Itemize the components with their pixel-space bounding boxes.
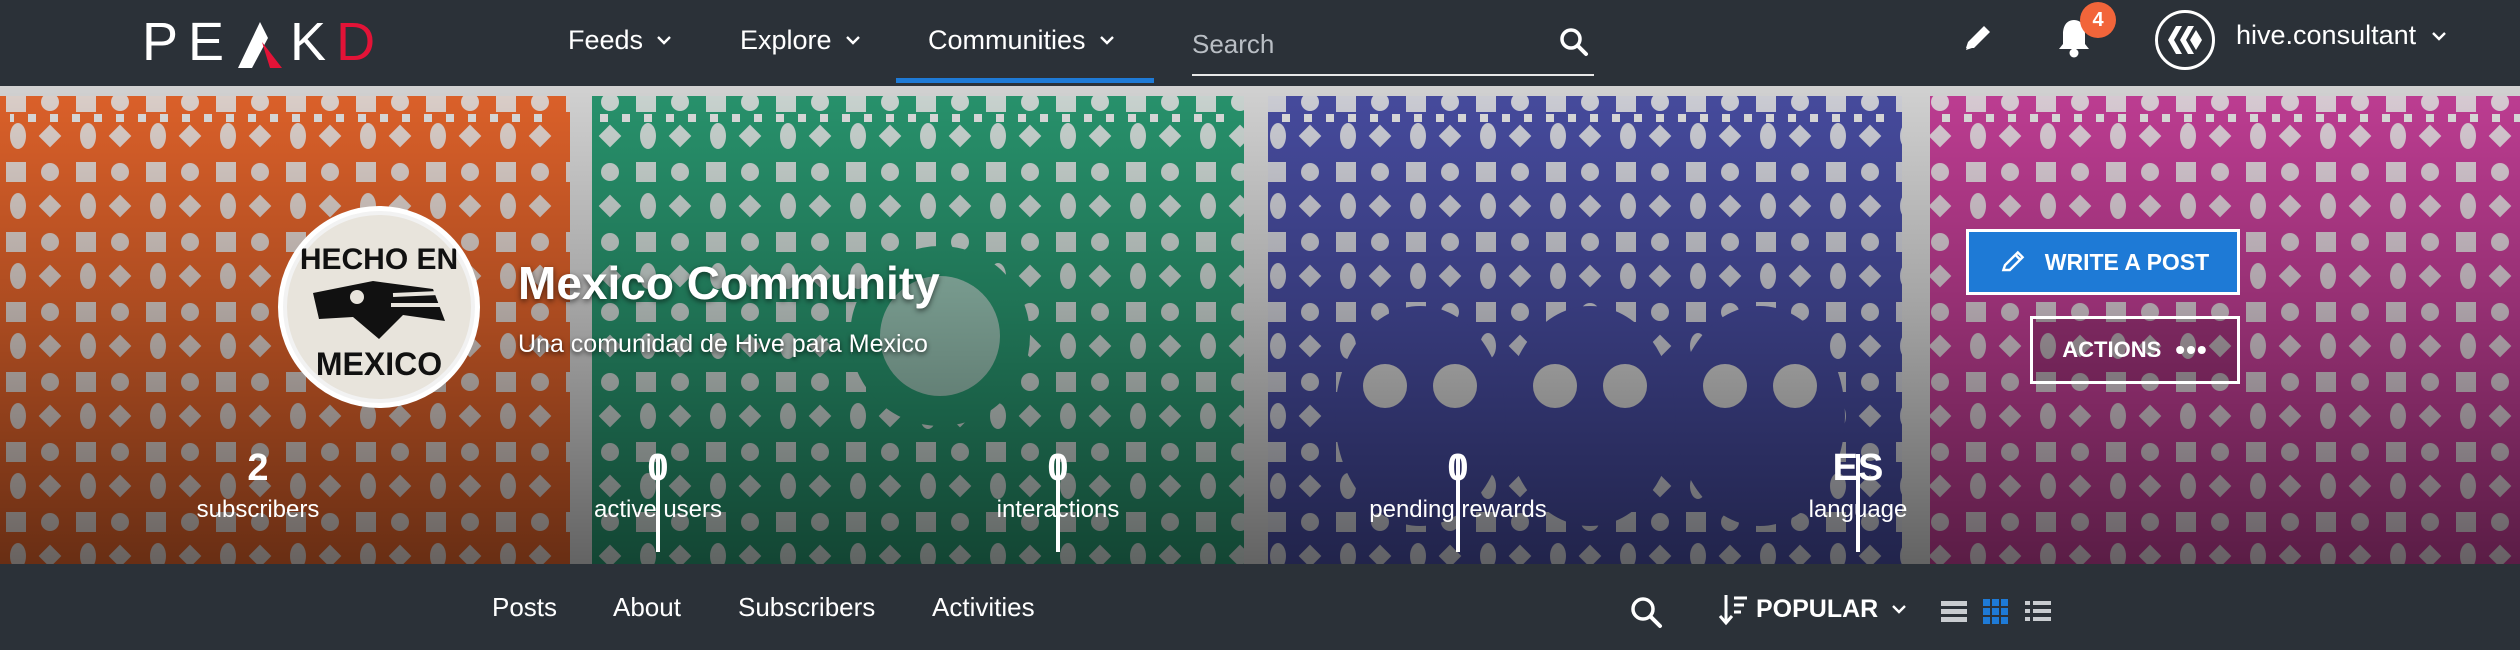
community-title: Mexico Community xyxy=(518,257,940,309)
tab-subscribers[interactable]: Subscribers xyxy=(738,592,875,623)
stat-subscribers: 2 subscribers xyxy=(58,446,458,524)
stat-value: 2 xyxy=(247,447,269,489)
sort-dropdown[interactable]: POPULAR xyxy=(1718,592,1908,626)
search-box xyxy=(1192,14,1594,76)
community-banner: HECHO EN MEXICO Mexico Community Una com… xyxy=(0,86,2520,564)
chevron-down-icon xyxy=(2432,31,2446,41)
community-subtitle: Una comunidad de Hive para Mexico xyxy=(518,330,928,358)
chevron-down-icon xyxy=(657,36,671,45)
stat-active-users: 0 active users xyxy=(458,446,858,524)
logo-text-d: D xyxy=(336,12,386,72)
stat-pending-rewards: 0 pending rewards xyxy=(1258,446,1658,524)
stat-language: ES language xyxy=(1658,446,2058,524)
nav-explore-label: Explore xyxy=(740,24,832,55)
nav-explore[interactable]: Explore xyxy=(740,0,862,80)
community-stats: 2 subscribers 0 active users 0 interacti… xyxy=(58,446,2058,552)
avatar-text-top: HECHO EN xyxy=(300,243,458,276)
stat-value: 0 xyxy=(647,447,669,489)
write-post-label: WRITE A POST xyxy=(2044,248,2210,275)
user-avatar[interactable] xyxy=(2155,10,2215,70)
nav-communities[interactable]: Communities xyxy=(928,0,1116,80)
compact-view-icon[interactable] xyxy=(2024,598,2052,624)
grid-view-icon[interactable] xyxy=(1982,598,2010,624)
stat-value: ES xyxy=(1832,447,1884,489)
tab-about[interactable]: About xyxy=(613,592,681,623)
search-icon[interactable] xyxy=(1628,594,1664,630)
stat-label: interactions xyxy=(996,496,1120,523)
avatar-text-bottom: MEXICO xyxy=(316,346,442,382)
chevron-down-icon xyxy=(1099,36,1114,45)
username-label: hive.consultant xyxy=(2236,20,2417,50)
community-tabs-bar: Posts About Subscribers Activities POPUL… xyxy=(0,564,2520,650)
stat-interactions: 0 interactions xyxy=(858,446,1258,524)
stat-label: language xyxy=(1808,496,1908,523)
active-nav-indicator xyxy=(896,78,1154,83)
search-input[interactable] xyxy=(1192,24,1532,64)
logo-text: PE xyxy=(142,12,235,72)
search-icon[interactable] xyxy=(1558,26,1590,58)
stat-value: 0 xyxy=(1447,447,1469,489)
sort-icon xyxy=(1718,595,1747,626)
list-view-icon[interactable] xyxy=(1940,598,1968,624)
stat-label: pending rewards xyxy=(1369,496,1547,523)
more-dots-icon: ••• xyxy=(2175,334,2208,365)
nav-feeds-label: Feeds xyxy=(568,24,644,55)
tab-posts[interactable]: Posts xyxy=(492,592,557,623)
hive-logo-icon xyxy=(2168,26,2202,54)
user-menu[interactable]: hive.consultant xyxy=(2236,20,2448,51)
sort-label: POPULAR xyxy=(1756,594,1879,623)
nav-communities-label: Communities xyxy=(928,24,1086,55)
peakd-logo[interactable]: PE K D xyxy=(142,10,385,74)
logo-text-k: K xyxy=(290,12,337,72)
tab-activities[interactable]: Activities xyxy=(932,592,1035,623)
stat-value: 0 xyxy=(1047,447,1069,489)
pencil-icon[interactable] xyxy=(1958,18,1998,58)
stat-label: subscribers xyxy=(196,496,320,523)
chevron-down-icon xyxy=(1892,605,1907,614)
notification-badge: 4 xyxy=(2080,2,2116,38)
actions-label: ACTIONS xyxy=(2062,337,2162,362)
top-navbar: PE K D Feeds Explore Communities Search … xyxy=(0,0,2520,84)
nav-feeds[interactable]: Feeds xyxy=(568,0,673,80)
logo-peak-mark xyxy=(238,20,283,68)
chevron-down-icon xyxy=(845,36,860,45)
write-post-button[interactable]: WRITE A POST xyxy=(1966,229,2240,295)
pencil-icon xyxy=(2001,250,2025,272)
stat-label: active users xyxy=(593,496,723,523)
actions-button[interactable]: ACTIONS ••• xyxy=(2030,316,2240,384)
community-avatar: HECHO EN MEXICO xyxy=(278,206,480,408)
